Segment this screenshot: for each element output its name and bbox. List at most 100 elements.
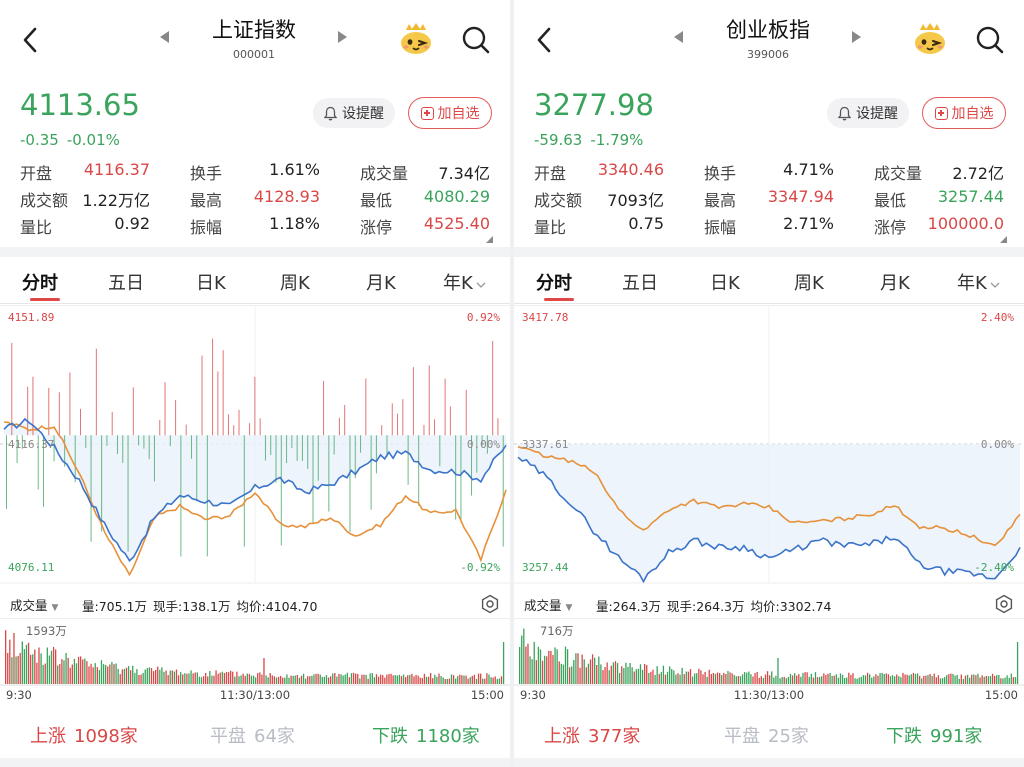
volume-bar: [531, 659, 533, 684]
volume-bar: [858, 677, 860, 684]
volume-bar: [746, 672, 748, 684]
volume-bar: [716, 672, 719, 684]
mascot-icon[interactable]: [912, 22, 948, 56]
tab-daily-k[interactable]: 日K: [710, 269, 740, 295]
volume-bar: [908, 675, 910, 684]
volume-bar: [98, 669, 101, 684]
volume-bar: [664, 674, 667, 684]
triangle-right-icon[interactable]: [338, 31, 347, 43]
tab-intraday[interactable]: 分时: [22, 269, 58, 295]
volume-bar: [939, 678, 942, 684]
falling-label: 下跌: [372, 726, 408, 747]
volume-bar: [188, 673, 190, 684]
volume-bar: [430, 673, 432, 684]
amount-label: 成交额: [534, 191, 583, 210]
flat-count[interactable]: 平盘 64家: [210, 722, 295, 748]
volume-bar: [111, 662, 113, 684]
volume-bar: [477, 673, 480, 684]
volume-bar: [173, 671, 176, 684]
stats-row: 量比 0.75 振幅 2.71% 涨停 100000.0: [534, 214, 1004, 241]
falling-count[interactable]: 下跌 1180家: [372, 722, 480, 748]
set-alert-button[interactable]: 设提醒: [827, 98, 909, 128]
gear-icon[interactable]: [480, 594, 500, 614]
volume-bar: [625, 662, 627, 684]
volume-bar: [180, 672, 182, 684]
expand-corner-icon[interactable]: [1000, 236, 1007, 243]
add-watchlist-button[interactable]: 加自选: [922, 97, 1006, 129]
triangle-left-icon[interactable]: [160, 31, 169, 43]
volume-bar: [161, 667, 163, 684]
index-code: 000001: [233, 48, 275, 61]
volume-bar: [332, 673, 334, 684]
tab-underline: [30, 298, 60, 301]
rising-count[interactable]: 上涨 1098家: [30, 722, 138, 748]
tab-yearly-k[interactable]: 年K: [443, 269, 486, 295]
chevron-down-icon: [990, 282, 1000, 288]
chevron-left-icon[interactable]: [18, 24, 42, 56]
flat-count[interactable]: 平盘 25家: [724, 722, 809, 748]
tab-five-day[interactable]: 五日: [622, 269, 658, 295]
volume-bar: [269, 673, 271, 684]
rising-count[interactable]: 上涨 377家: [544, 722, 640, 748]
tab-yearly-k-label: 年K: [443, 273, 473, 294]
volume-bar: [263, 658, 265, 684]
turnover-value: 1.61%: [269, 160, 320, 179]
volume-bar: [994, 675, 996, 684]
volume-bar: [288, 677, 290, 684]
volume-dropdown[interactable]: 成交量 ▼: [10, 595, 58, 614]
volume-dropdown[interactable]: 成交量 ▼: [524, 595, 572, 614]
triangle-right-icon[interactable]: [852, 31, 861, 43]
expand-corner-icon[interactable]: [486, 236, 493, 243]
volume-bar: [923, 676, 925, 684]
volume-bar: [473, 674, 476, 684]
volume-chart[interactable]: 1593万 9:30 11:30/13:00 15:00: [0, 618, 510, 704]
volume-bar: [11, 657, 13, 684]
volume-bar: [442, 677, 444, 684]
volume-bar: [75, 663, 78, 684]
mascot-icon[interactable]: [398, 22, 434, 56]
volume-bar: [96, 667, 98, 684]
intraday-chart[interactable]: 4151.89 0.92% 4116.37 0.00% 4076.11 -0.9…: [0, 305, 510, 587]
volume-bar: [935, 677, 937, 684]
intraday-chart[interactable]: 3417.78 2.40% 3337.61 0.00% 3257.44 -2.4…: [514, 305, 1024, 587]
volume-bar: [367, 678, 369, 684]
volume-bar: [787, 676, 790, 684]
volume-bar: [34, 649, 36, 684]
volume-bars: [519, 628, 1019, 684]
volume-bar: [355, 673, 357, 684]
tab-intraday[interactable]: 分时: [536, 269, 572, 295]
volume-bar: [591, 654, 594, 684]
gear-icon[interactable]: [994, 594, 1014, 614]
chevron-left-icon[interactable]: [532, 24, 556, 56]
tab-daily-k[interactable]: 日K: [196, 269, 226, 295]
tab-five-day[interactable]: 五日: [108, 269, 144, 295]
volume-bar: [981, 675, 983, 684]
volume-bar: [48, 655, 51, 684]
volume-bar: [248, 673, 251, 684]
add-watchlist-button[interactable]: 加自选: [408, 97, 492, 129]
volume-bar: [969, 677, 971, 684]
volume-bar: [32, 654, 34, 684]
tab-monthly-k[interactable]: 月K: [366, 269, 396, 295]
tab-weekly-k[interactable]: 周K: [280, 269, 310, 295]
volume-bar: [571, 666, 573, 684]
volume-bar: [440, 676, 442, 684]
current-hand: 现手:138.1万: [153, 599, 231, 614]
tab-monthly-k[interactable]: 月K: [880, 269, 910, 295]
set-alert-button[interactable]: 设提醒: [313, 98, 395, 128]
volume-bar: [954, 675, 956, 684]
volume-bar: [207, 676, 209, 684]
falling-count[interactable]: 下跌 991家: [886, 722, 982, 748]
triangle-left-icon[interactable]: [674, 31, 683, 43]
volume-bar: [94, 663, 96, 684]
volume-bar: [242, 673, 244, 684]
volume-bar: [902, 672, 904, 684]
search-icon[interactable]: [460, 24, 492, 56]
volume-chart[interactable]: 716万 9:30 11:30/13:00 15:00: [514, 618, 1024, 704]
search-icon[interactable]: [974, 24, 1006, 56]
volume-bar: [365, 675, 367, 684]
tab-weekly-k[interactable]: 周K: [794, 269, 824, 295]
volume-bar: [55, 649, 57, 684]
tab-yearly-k[interactable]: 年K: [957, 269, 1000, 295]
volume-bar: [5, 630, 7, 684]
